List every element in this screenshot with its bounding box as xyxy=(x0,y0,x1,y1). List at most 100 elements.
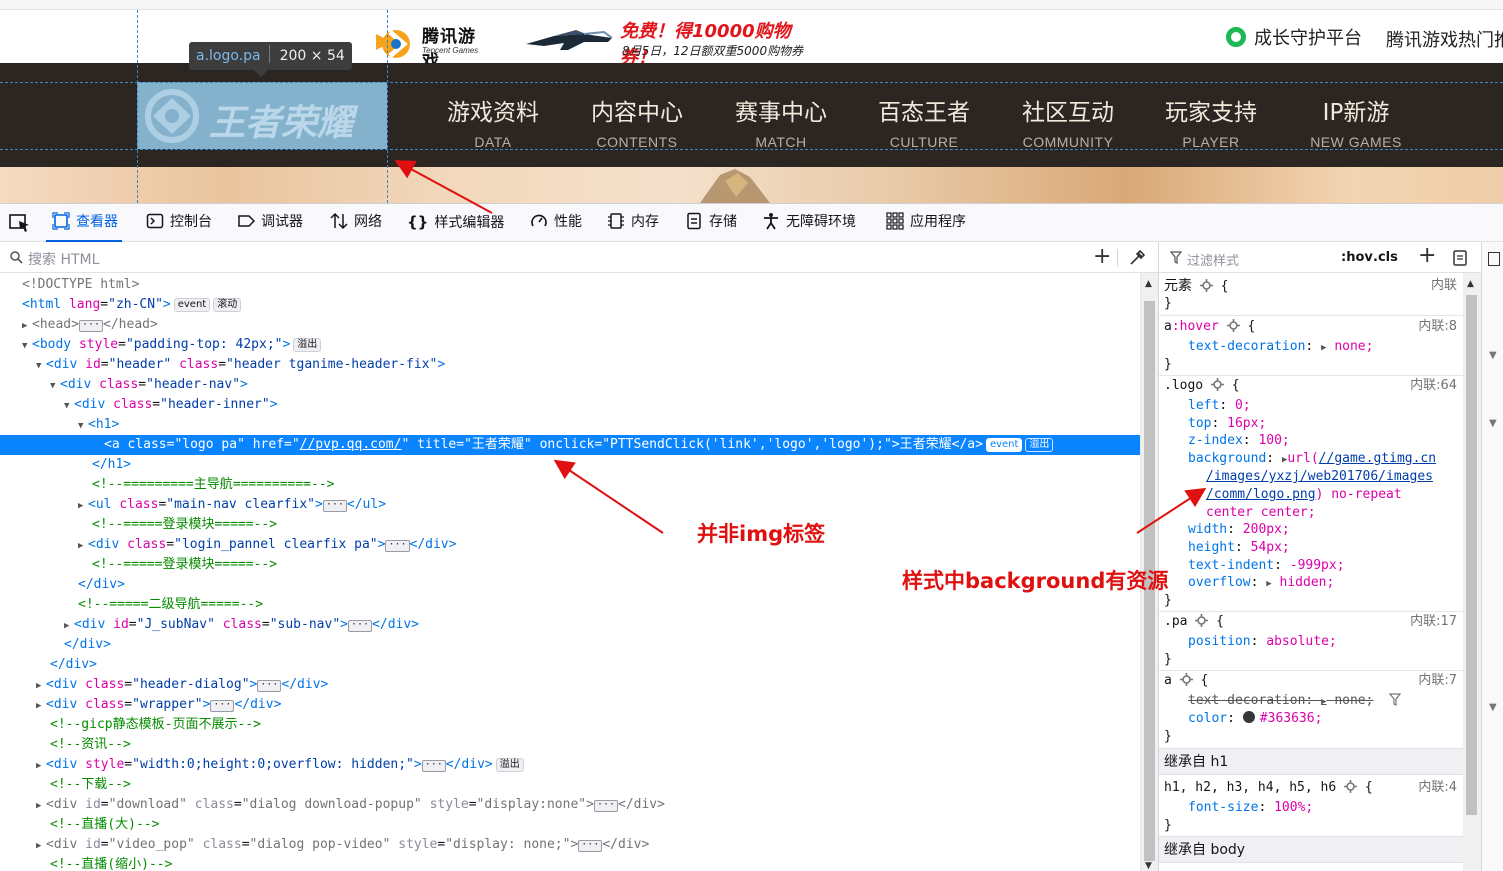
hot-games-link[interactable]: 腾讯游戏热门推 xyxy=(1386,26,1503,52)
scroll-thumb[interactable] xyxy=(1466,295,1477,815)
nav-item-contents[interactable]: 内容中心 CONTENTS xyxy=(582,93,692,150)
collapse-toggle[interactable]: ▼ xyxy=(50,376,60,396)
gear-icon[interactable] xyxy=(1199,279,1213,292)
tree-node[interactable]: ▼ <body style="padding-top: 42px;"> 溢出 xyxy=(0,335,1140,355)
tab-storage[interactable]: 存储 xyxy=(685,204,737,241)
declaration[interactable]: text-indent: -999px; xyxy=(1164,557,1459,575)
tab-application[interactable]: 应用程序 xyxy=(886,204,966,241)
tree-node[interactable]: <html lang="zh-CN"> event 滚动 xyxy=(0,295,1140,315)
overflow-badge[interactable]: 溢出 xyxy=(495,758,524,772)
declaration[interactable]: z-index: 100; xyxy=(1164,432,1459,450)
rule-source[interactable]: 内联:4 xyxy=(1418,779,1457,797)
tree-node[interactable]: ▶ <div class="wrapper"> ··· </div> xyxy=(0,695,1140,715)
nav-item-player[interactable]: 玩家支持 PLAYER xyxy=(1156,93,1266,150)
scroll-up-icon[interactable]: ▲ xyxy=(1467,279,1474,289)
expand-toggle[interactable]: ▶ xyxy=(78,496,88,516)
print-simulation-icon[interactable] xyxy=(1453,250,1467,266)
expand-toggle[interactable]: ▶ xyxy=(36,756,46,776)
toggle-panel-icon[interactable] xyxy=(1488,252,1500,266)
collapsed-ellipsis[interactable]: ··· xyxy=(210,700,235,712)
declaration-cont[interactable]: /images/yxzj/web201706/images xyxy=(1164,468,1459,486)
declaration[interactable]: top: 16px; xyxy=(1164,415,1459,433)
tree-node[interactable]: ▼ <h1> xyxy=(0,415,1140,435)
nav-item-new-games[interactable]: IP新游 NEW GAMES xyxy=(1301,93,1411,150)
declaration[interactable]: font-size: 100%; xyxy=(1164,799,1459,817)
tree-node[interactable]: ▶ <div style="width:0;height:0;overflow: … xyxy=(0,755,1140,775)
declaration-cont[interactable]: /comm/logo.png) no-repeat xyxy=(1164,486,1459,504)
scroll-badge[interactable]: 滚动 xyxy=(213,298,242,312)
tree-node[interactable]: ▶ <div id="download" class="dialog downlo… xyxy=(0,795,1140,815)
declaration[interactable]: position: absolute; xyxy=(1164,633,1459,651)
declaration[interactable]: background: ▶url(//game.gtimg.cn xyxy=(1164,450,1459,468)
gear-icon[interactable] xyxy=(1226,319,1240,332)
tree-node[interactable]: ▶ <div id="video_pop" class="dialog pop-v… xyxy=(0,835,1140,855)
collapsed-ellipsis[interactable]: ··· xyxy=(257,680,282,692)
tree-node[interactable]: ▶ <head> ··· </head> xyxy=(0,315,1140,335)
growth-platform-link[interactable]: 成长守护平台 xyxy=(1226,24,1362,50)
tree-node[interactable]: ▶ <div id="J_subNav" class="sub-nav"> ··· <… xyxy=(0,615,1140,635)
declaration[interactable]: height: 54px; xyxy=(1164,539,1459,557)
declaration[interactable]: color: #363636; xyxy=(1164,710,1459,728)
url-link[interactable]: /comm/logo.png xyxy=(1206,487,1316,502)
declaration[interactable]: width: 200px; xyxy=(1164,521,1459,539)
gear-icon[interactable] xyxy=(1344,780,1358,793)
declaration[interactable]: overflow: ▶ hidden; xyxy=(1164,574,1459,592)
nav-item-data[interactable]: 游戏资料 DATA xyxy=(438,93,548,150)
collapsed-ellipsis[interactable]: ··· xyxy=(593,800,618,812)
collapse-toggle[interactable]: ▼ xyxy=(78,416,88,436)
collapsed-ellipsis[interactable]: ··· xyxy=(578,840,603,852)
tab-style-editor[interactable]: {} 样式编辑器 xyxy=(407,204,504,241)
tree-node[interactable]: ▼ <div class="header-nav"> xyxy=(0,375,1140,395)
event-badge[interactable]: event xyxy=(985,438,1023,452)
rule-source[interactable]: 内联 xyxy=(1431,277,1457,295)
collapse-toggle[interactable]: ▼ xyxy=(36,356,46,376)
cls-toggle[interactable]: .cls xyxy=(1373,250,1398,265)
tencent-games-logo[interactable]: 腾讯游戏 Tencent Games xyxy=(374,22,492,72)
scroll-up-icon[interactable]: ▲ xyxy=(1145,279,1152,289)
expand-toggle[interactable]: ▶ xyxy=(36,676,46,696)
chevron-down-icon[interactable]: ▼ xyxy=(1489,350,1497,361)
eyedropper-icon[interactable] xyxy=(1128,249,1146,267)
collapsed-ellipsis[interactable]: ··· xyxy=(347,620,373,632)
rule-source[interactable]: 内联:17 xyxy=(1410,613,1457,631)
tree-node[interactable]: <!--资讯--> xyxy=(0,735,1140,755)
rule-selector[interactable]: 元素 {内联 xyxy=(1164,277,1459,295)
collapsed-ellipsis[interactable]: ··· xyxy=(322,500,347,512)
tree-node[interactable]: <!--gicp静态模板-页面不展示--> xyxy=(0,715,1140,735)
collapsed-ellipsis[interactable]: ··· xyxy=(421,760,446,772)
filter-icon[interactable] xyxy=(1389,693,1402,706)
rule-source[interactable]: 内联:7 xyxy=(1418,672,1457,690)
attr-link[interactable]: //pvp.qq.com/ xyxy=(300,437,402,452)
tree-node[interactable]: <!--=====登录模块=====--> xyxy=(0,515,1140,535)
hov-toggle[interactable]: :hov xyxy=(1341,250,1373,265)
tree-node[interactable]: <!DOCTYPE html> xyxy=(0,275,1140,295)
declaration[interactable]: left: 0; xyxy=(1164,397,1459,415)
nav-item-culture[interactable]: 百态王者 CULTURE xyxy=(869,93,979,150)
tree-node[interactable]: ▼ <div id="header" class="header tganime-… xyxy=(0,355,1140,375)
collapsed-ellipsis[interactable]: ··· xyxy=(78,320,104,332)
search-html-input[interactable]: 搜索 HTML xyxy=(28,249,99,269)
tree-node[interactable]: </h1> xyxy=(0,455,1140,475)
promo-banner[interactable]: 免费！得10000购物券！ 8月5日，12日额双重5000购物券 xyxy=(524,14,824,68)
expand-toggle[interactable]: ▶ xyxy=(36,796,46,816)
tree-node[interactable]: </div> xyxy=(0,655,1140,675)
tab-inspector[interactable]: 查看器 xyxy=(46,204,122,242)
rule-selector[interactable]: h1, h2, h3, h4, h5, h6 {内联:4 xyxy=(1164,779,1459,797)
tree-node[interactable]: ▼ <div class="header-inner"> xyxy=(0,395,1140,415)
tree-node[interactable]: <!--下载--> xyxy=(0,775,1140,795)
scroll-down-icon[interactable]: ▼ xyxy=(1145,861,1152,871)
chevron-down-icon[interactable]: ▼ xyxy=(1489,702,1497,713)
tree-node[interactable]: ▶ <div class="header-dialog"> ··· </div> xyxy=(0,675,1140,695)
rule-selector[interactable]: .pa {内联:17 xyxy=(1164,613,1459,631)
tab-console[interactable]: 控制台 xyxy=(146,204,212,241)
filter-styles-input[interactable]: 过滤样式 xyxy=(1187,250,1239,269)
tree-node-selected[interactable]: <a class="logo pa" href="//pvp.qq.com/" … xyxy=(0,435,1140,455)
tree-node[interactable]: </div> xyxy=(0,635,1140,655)
gear-icon[interactable] xyxy=(1210,378,1224,391)
nav-item-match[interactable]: 赛事中心 MATCH xyxy=(726,93,836,150)
expand-toggle[interactable]: ▶ xyxy=(22,316,32,336)
tab-accessibility[interactable]: 无障碍环境 xyxy=(762,204,856,241)
expand-toggle[interactable]: ▶ xyxy=(64,616,74,636)
gear-icon[interactable] xyxy=(1195,614,1209,627)
tree-node[interactable]: <!--=========主导航==========--> xyxy=(0,475,1140,495)
